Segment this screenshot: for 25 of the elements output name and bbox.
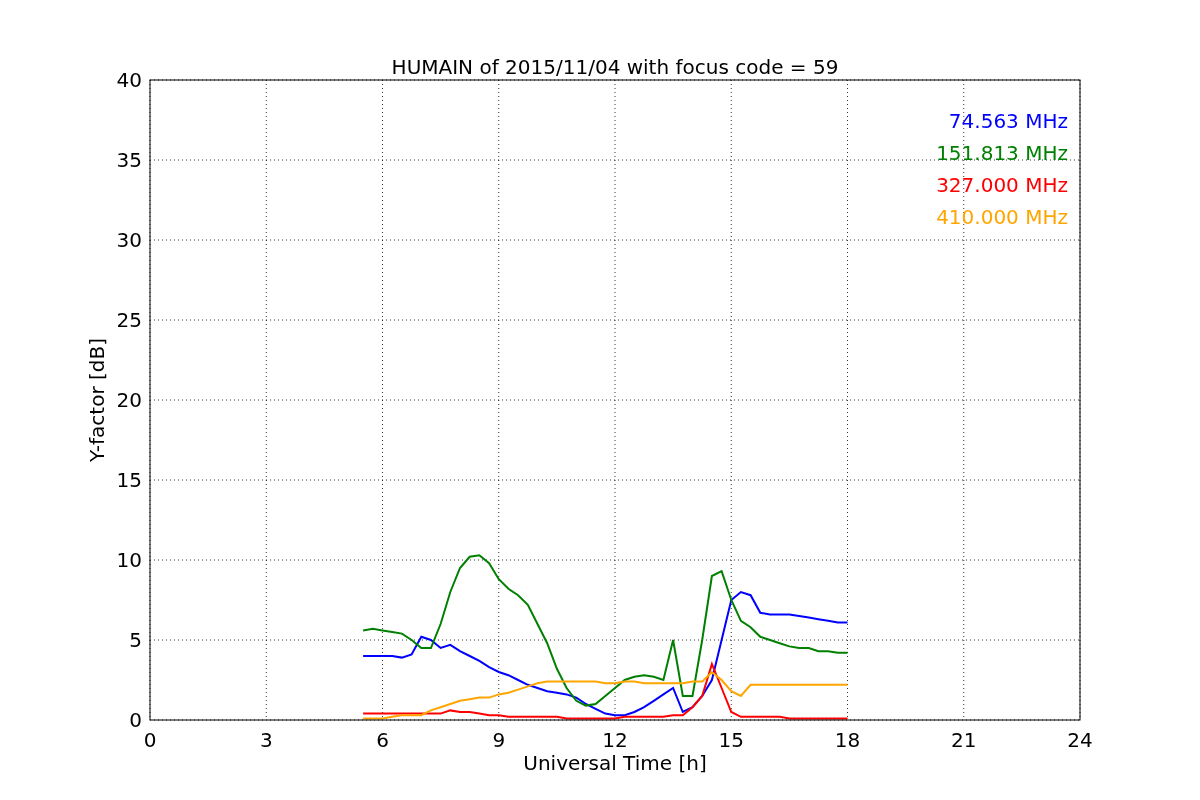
tick-label: 15 bbox=[718, 728, 744, 752]
tick-label: 15 bbox=[116, 468, 142, 492]
legend-label: 151.813 MHz bbox=[936, 141, 1068, 165]
tick-label: 40 bbox=[116, 68, 142, 92]
tick-label: 20 bbox=[116, 388, 142, 412]
tick-label: 24 bbox=[1067, 728, 1093, 752]
tick-label: 21 bbox=[951, 728, 977, 752]
axis-label: Y-factor [dB] bbox=[85, 338, 109, 462]
legend-label: 410.000 MHz bbox=[936, 205, 1068, 229]
legend-label: 327.000 MHz bbox=[936, 173, 1068, 197]
axis-label: Universal Time [h] bbox=[523, 751, 707, 775]
tick-label: 12 bbox=[602, 728, 628, 752]
tick-label: 0 bbox=[143, 728, 157, 752]
tick-label: 30 bbox=[116, 228, 142, 252]
legend-label: 74.563 MHz bbox=[948, 109, 1068, 133]
tick-label: 18 bbox=[834, 728, 861, 752]
tick-label: 3 bbox=[259, 728, 273, 752]
tick-label: 9 bbox=[492, 728, 506, 752]
tick-label: 10 bbox=[116, 548, 142, 572]
tick-label: 6 bbox=[376, 728, 389, 752]
tick-label: 0 bbox=[129, 708, 142, 732]
tick-label: 5 bbox=[129, 628, 142, 652]
tick-label: 35 bbox=[116, 148, 142, 172]
chart-title: HUMAIN of 2015/11/04 with focus code = 59 bbox=[391, 55, 839, 79]
tick-label: 25 bbox=[116, 308, 142, 332]
